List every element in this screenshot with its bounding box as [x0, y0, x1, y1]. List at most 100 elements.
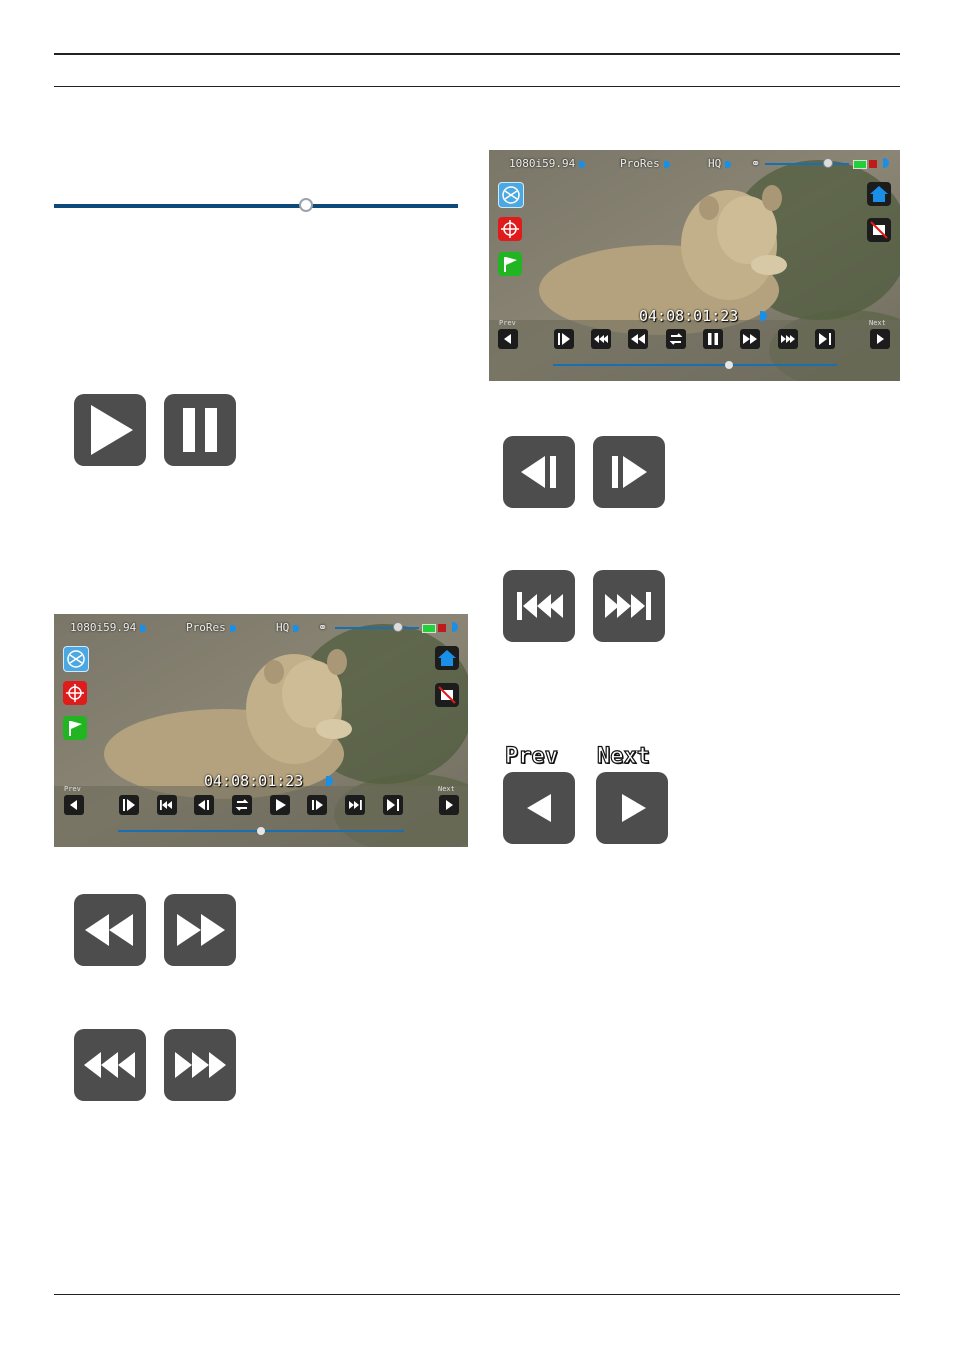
skip-to-start-button[interactable]: [554, 329, 574, 349]
skip-to-end-icon: [605, 592, 651, 620]
section-slider-knob: [299, 198, 313, 212]
next-arrow-icon: [446, 800, 453, 810]
pause-button[interactable]: [164, 394, 236, 466]
home-icon[interactable]: [435, 646, 459, 670]
step-forward-icon: [312, 800, 323, 810]
next-caption: Next: [438, 785, 455, 793]
quality-value: HQ: [276, 621, 290, 634]
volume-slider[interactable]: [765, 163, 849, 165]
step-forward-button[interactable]: [307, 795, 327, 815]
play-button[interactable]: [270, 795, 290, 815]
rewind-button[interactable]: [628, 329, 648, 349]
step-back-icon: [521, 456, 556, 488]
transport-mode-icon[interactable]: [63, 646, 89, 672]
timecode-display: 04:08:01:23: [204, 772, 304, 790]
next-caption: Next: [869, 319, 886, 327]
rewind-button[interactable]: [74, 894, 146, 966]
no-record-icon[interactable]: [867, 218, 891, 242]
battery-icon: [853, 160, 867, 169]
next-label: Next: [596, 743, 650, 769]
format-value: 1080i59.94: [509, 157, 576, 170]
playhead-knob[interactable]: [257, 827, 265, 835]
format-value: 1080i59.94: [70, 621, 137, 634]
fast-rewind-icon: [84, 1052, 135, 1078]
loop-icon: [669, 333, 683, 345]
skip-to-end-button[interactable]: [815, 329, 835, 349]
fast-fast-forward-button[interactable]: [345, 795, 365, 815]
step-forward-icon: [612, 456, 647, 488]
volume-slider[interactable]: [335, 627, 419, 629]
loop-icon: [235, 799, 249, 811]
play-button[interactable]: [74, 394, 146, 466]
skip-to-end-button[interactable]: [383, 795, 403, 815]
headphone-icon: ⚭: [318, 621, 328, 634]
battery-icon: [422, 624, 436, 633]
prev-button[interactable]: [498, 329, 518, 349]
fast-fast-forward-button[interactable]: [164, 1029, 236, 1101]
fast-fast-forward-button[interactable]: [778, 329, 798, 349]
next-button[interactable]: [870, 329, 890, 349]
prev-button[interactable]: [64, 795, 84, 815]
quality-readout[interactable]: HQ: [708, 157, 732, 170]
codec-readout[interactable]: ProRes: [186, 621, 236, 634]
player-screenshot-playing: 1080i59.94 ProRes HQ ⚭ 04:08:01:23 Prev …: [489, 150, 900, 381]
fast-rewind-icon: [594, 335, 608, 343]
fast-rewind-button[interactable]: [591, 329, 611, 349]
fast-rewind-button[interactable]: [74, 1029, 146, 1101]
codec-value: ProRes: [620, 157, 660, 170]
transport-mode-icon[interactable]: [498, 182, 524, 208]
mark-in-icon: [123, 799, 135, 811]
skip-to-start-button[interactable]: [119, 795, 139, 815]
header-rule-top: [54, 53, 900, 55]
record-target-icon[interactable]: [498, 217, 522, 241]
loop-button[interactable]: [232, 795, 252, 815]
loop-button[interactable]: [666, 329, 686, 349]
step-back-icon: [198, 800, 209, 810]
fast-fast-forward-icon: [349, 800, 362, 810]
prev-arrow-icon: [70, 800, 77, 810]
no-record-icon[interactable]: [435, 683, 459, 707]
format-readout: 1080i59.94: [70, 621, 147, 634]
next-button[interactable]: [439, 795, 459, 815]
quality-value: HQ: [708, 157, 722, 170]
flag-icon[interactable]: [63, 716, 87, 740]
rewind-icon: [85, 914, 133, 946]
skip-to-start-icon: [517, 592, 563, 620]
header-rule-bottom: [54, 86, 900, 87]
record-target-icon[interactable]: [63, 681, 87, 705]
pause-icon: [708, 333, 718, 345]
step-forward-button[interactable]: [593, 436, 665, 508]
footer-rule: [54, 1294, 900, 1295]
codec-readout[interactable]: ProRes: [620, 157, 670, 170]
skip-to-start-button[interactable]: [503, 570, 575, 642]
home-icon[interactable]: [867, 182, 891, 206]
pause-button[interactable]: [703, 329, 723, 349]
scrub-bar[interactable]: [553, 364, 837, 366]
fast-forward-button[interactable]: [740, 329, 760, 349]
fast-rewind-button[interactable]: [157, 795, 177, 815]
power-indicator: [438, 624, 446, 632]
play-icon: [276, 799, 286, 811]
mark-out-icon: [819, 333, 831, 345]
mark-in-icon: [558, 333, 570, 345]
timecode-display: 04:08:01:23: [639, 307, 739, 325]
skip-to-end-button[interactable]: [593, 570, 665, 642]
step-back-button[interactable]: [194, 795, 214, 815]
step-back-button[interactable]: [503, 436, 575, 508]
next-arrow-icon: [877, 334, 884, 344]
prev-arrow-icon: [527, 794, 551, 822]
play-icon: [91, 405, 133, 455]
next-button[interactable]: [596, 772, 668, 844]
fast-forward-icon: [177, 914, 225, 946]
power-indicator: [869, 160, 877, 168]
flag-icon[interactable]: [498, 252, 522, 276]
fast-rewind-icon: [160, 800, 172, 810]
prev-button[interactable]: [503, 772, 575, 844]
format-readout: 1080i59.94: [509, 157, 586, 170]
next-arrow-icon: [622, 794, 646, 822]
volume-knob[interactable]: [393, 622, 403, 632]
volume-knob[interactable]: [823, 158, 833, 168]
player-screenshot-paused: 1080i59.94 ProRes HQ ⚭ 04:08:01:23 Prev …: [54, 614, 468, 847]
fast-forward-button[interactable]: [164, 894, 236, 966]
quality-readout[interactable]: HQ: [276, 621, 300, 634]
